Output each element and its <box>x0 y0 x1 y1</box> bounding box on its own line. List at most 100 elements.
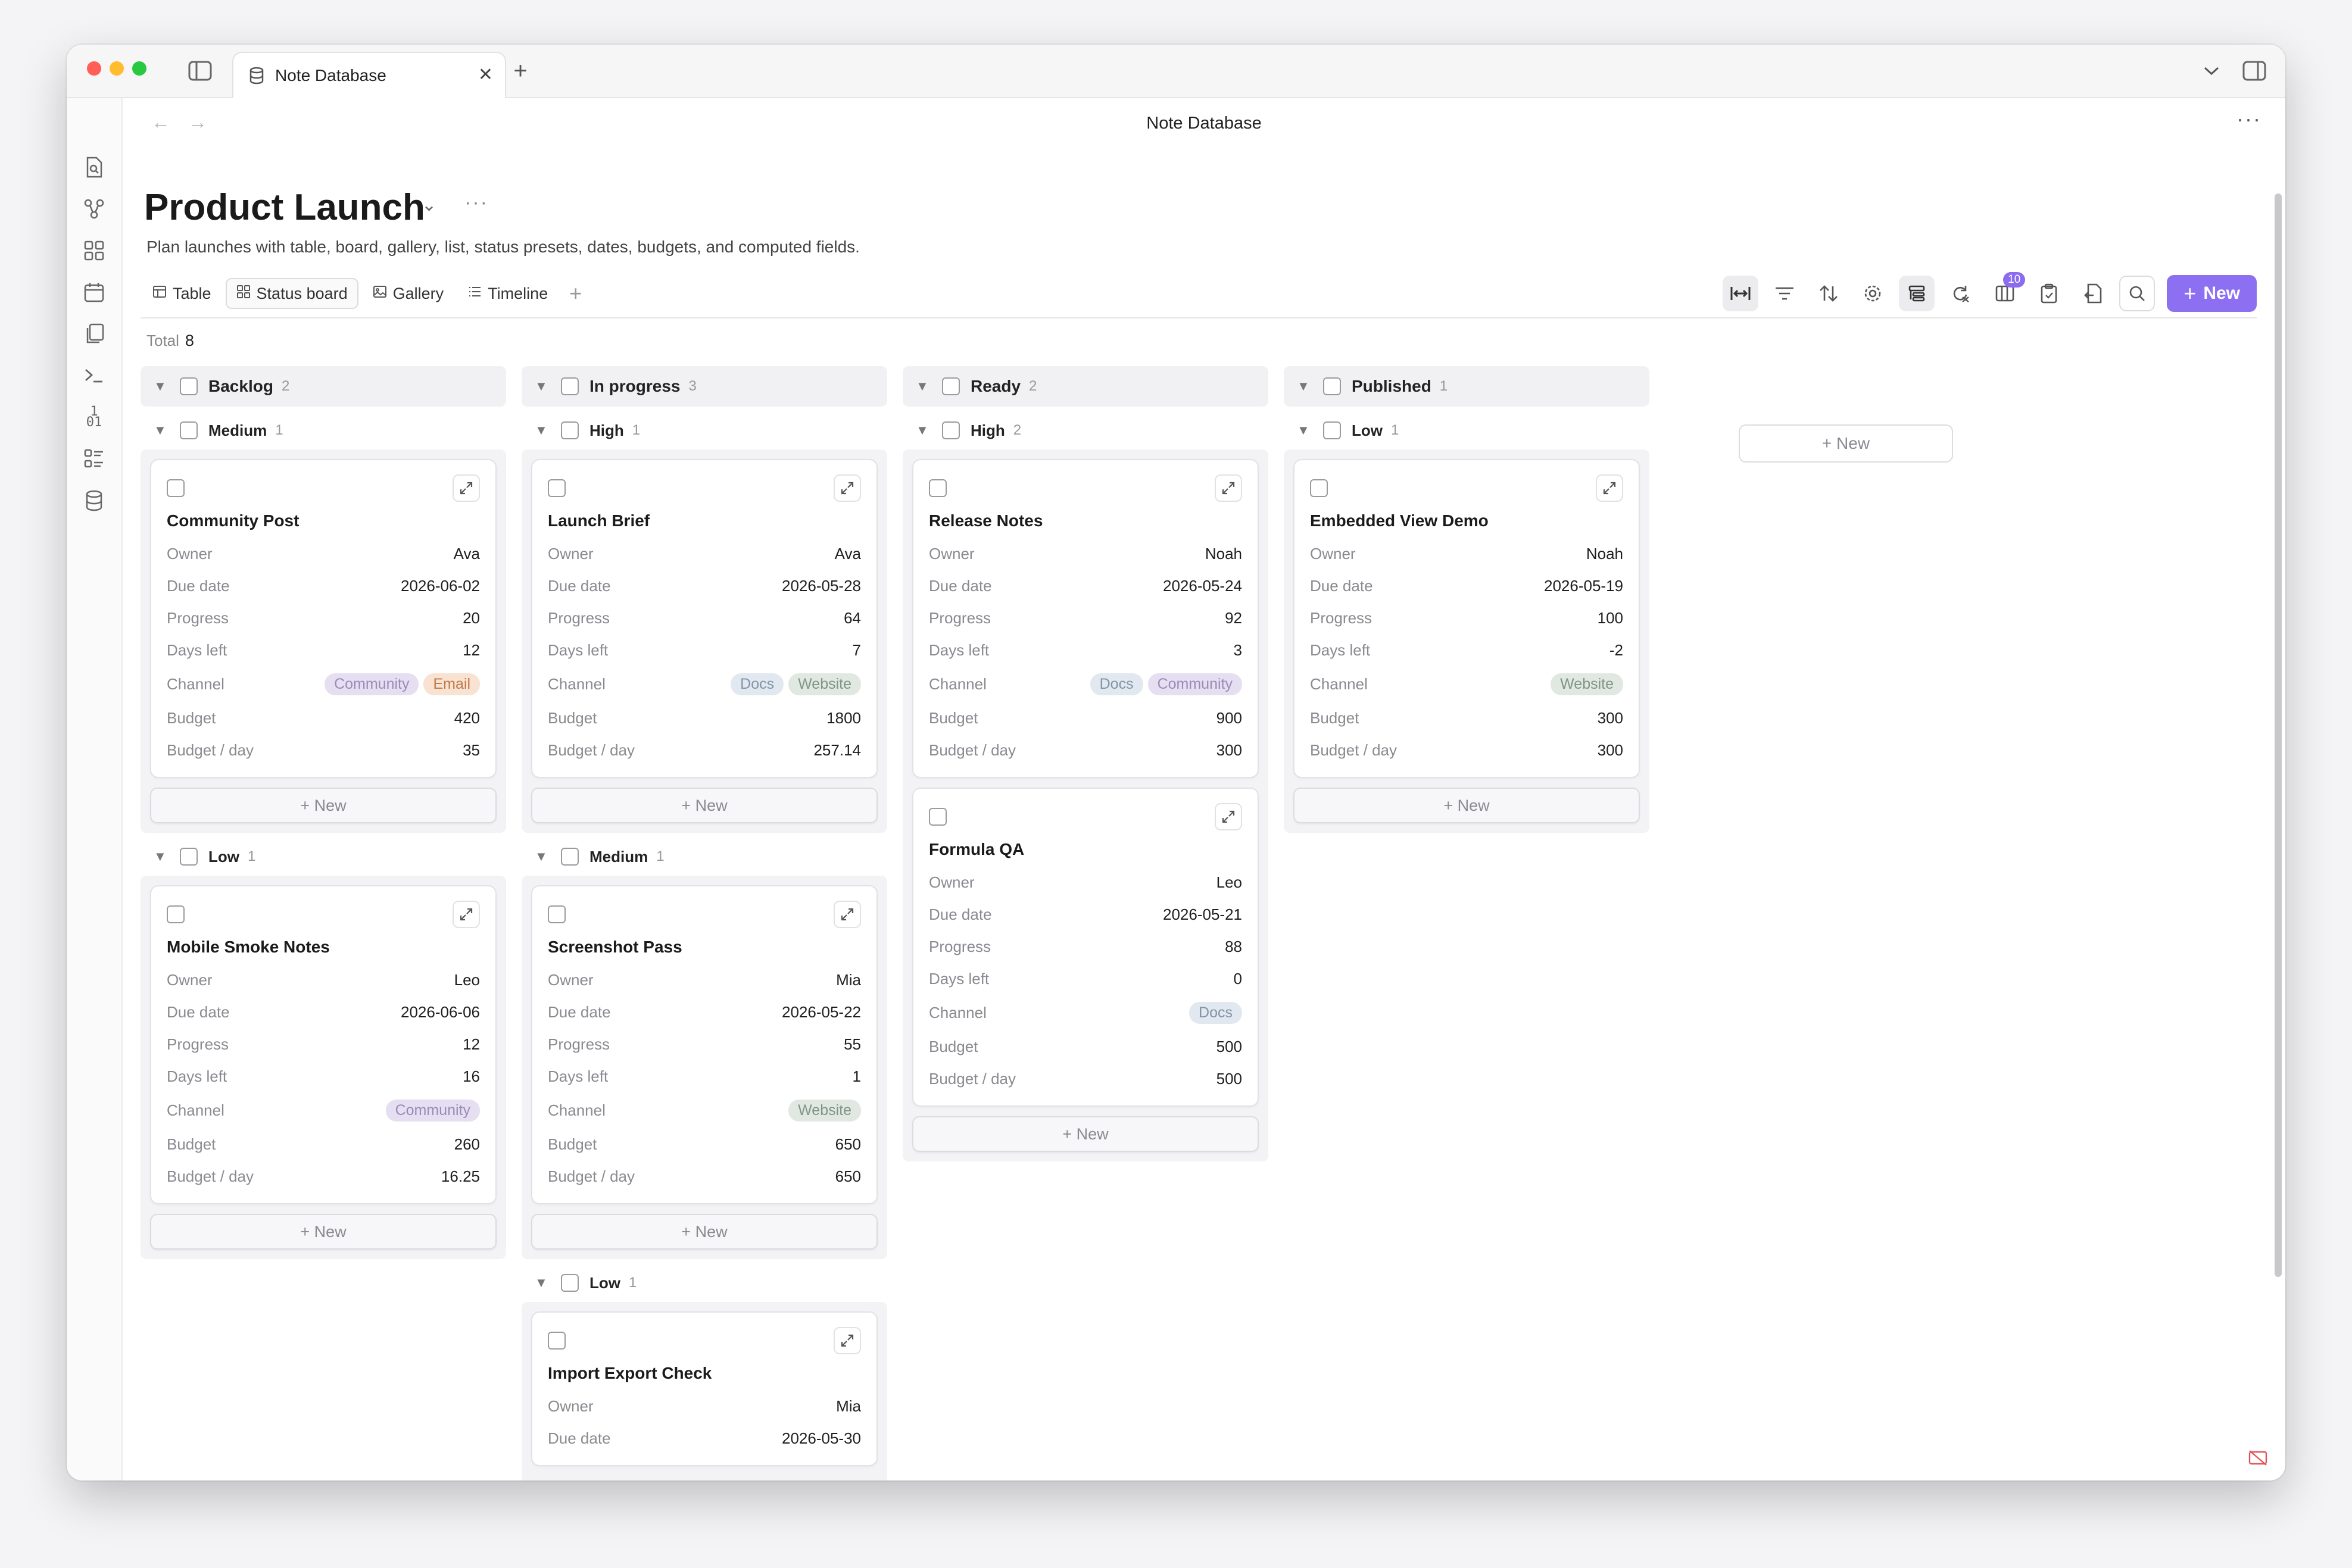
group-header[interactable]: ▼ Low 1 <box>141 838 506 876</box>
record-card[interactable]: Mobile Smoke Notes Owner Leo Due date 2026-0… <box>150 885 497 1204</box>
column-select-checkbox[interactable] <box>561 377 579 395</box>
record-card[interactable]: Embedded View Demo Owner Noah Due date 2026-… <box>1293 459 1640 778</box>
group-header[interactable]: ▼ High 2 <box>903 411 1268 449</box>
record-card[interactable]: Import Export Check Owner Mia Due date 2026-… <box>531 1311 878 1466</box>
minimize-window-button[interactable] <box>110 61 124 76</box>
tab-timeline[interactable]: Timeline <box>458 278 557 309</box>
add-card-button[interactable]: + New <box>1293 788 1640 823</box>
collapse-triangle-icon[interactable]: ▼ <box>535 423 550 438</box>
tab-table[interactable]: Table <box>143 278 221 309</box>
column-select-checkbox[interactable] <box>1323 377 1341 395</box>
expand-icon[interactable] <box>1215 474 1242 502</box>
group-header[interactable]: ▼ High 1 <box>522 411 887 449</box>
group-header[interactable]: ▼ Low 1 <box>522 1264 887 1302</box>
collapse-triangle-icon[interactable]: ▼ <box>154 423 169 438</box>
open-quick-switcher-icon[interactable] <box>81 154 107 180</box>
card-title[interactable]: Embedded View Demo <box>1310 511 1623 530</box>
sort-icon[interactable] <box>1811 276 1846 311</box>
tab-status-board[interactable]: Status board <box>225 278 358 309</box>
database-title[interactable]: Product Launch <box>144 186 425 229</box>
graph-view-icon[interactable] <box>81 196 107 222</box>
sync-off-icon[interactable] <box>2241 1441 2275 1475</box>
add-card-button[interactable]: + New <box>150 788 497 823</box>
group-select-checkbox[interactable] <box>180 421 198 439</box>
close-window-button[interactable] <box>87 61 101 76</box>
group-select-checkbox[interactable] <box>942 421 960 439</box>
terminal-icon[interactable] <box>81 363 107 389</box>
search-icon[interactable] <box>2119 276 2156 311</box>
record-card[interactable]: Formula QA Owner Leo Due date 2026-05-21 Prog… <box>912 788 1259 1107</box>
collapse-triangle-icon[interactable]: ▼ <box>1297 423 1312 438</box>
card-select-checkbox[interactable] <box>1310 479 1328 497</box>
add-group-button[interactable]: + New <box>1739 424 1953 463</box>
card-select-checkbox[interactable] <box>548 479 566 497</box>
group-header[interactable]: ▼ Medium 1 <box>522 838 887 876</box>
expand-icon[interactable] <box>1215 803 1242 830</box>
close-tab-icon[interactable]: ✕ <box>478 66 493 84</box>
properties-columns-icon[interactable]: 10 <box>1987 272 2026 311</box>
card-title[interactable]: Mobile Smoke Notes <box>167 938 480 957</box>
copy-pages-icon[interactable] <box>81 321 107 347</box>
add-card-button[interactable]: + New <box>912 1116 1259 1152</box>
group-select-checkbox[interactable] <box>561 1274 579 1292</box>
database-more-icon[interactable]: ··· <box>464 191 488 214</box>
group-select-checkbox[interactable] <box>561 421 579 439</box>
expand-icon[interactable] <box>834 474 861 502</box>
card-select-checkbox[interactable] <box>929 808 947 826</box>
add-card-button[interactable]: + New <box>531 1214 878 1250</box>
right-sidebar-toggle-icon[interactable] <box>2241 59 2267 83</box>
expand-icon[interactable] <box>834 901 861 928</box>
group-by-icon[interactable] <box>1899 276 1935 311</box>
group-select-checkbox[interactable] <box>180 848 198 866</box>
calendar-icon[interactable] <box>81 279 107 305</box>
add-card-button[interactable]: + New <box>531 788 878 823</box>
fit-width-icon[interactable] <box>1723 276 1759 311</box>
record-card[interactable]: Community Post Owner Ava Due date 2026-06-02… <box>150 459 497 778</box>
chevron-down-icon[interactable] <box>2201 60 2222 82</box>
card-select-checkbox[interactable] <box>548 1332 566 1350</box>
add-card-button[interactable]: + New <box>150 1214 497 1250</box>
canvas-grid-icon[interactable] <box>81 238 107 264</box>
formula-refresh-icon[interactable] <box>1943 276 1979 311</box>
settings-gear-icon[interactable] <box>1855 276 1891 311</box>
more-options-icon[interactable]: ··· <box>2236 107 2261 132</box>
column-header[interactable]: ▼ Backlog 2 <box>141 366 506 407</box>
group-select-checkbox[interactable] <box>1323 421 1341 439</box>
group-select-checkbox[interactable] <box>561 848 579 866</box>
vertical-scrollbar[interactable] <box>2275 193 2282 1277</box>
card-title[interactable]: Launch Brief <box>548 511 861 530</box>
new-tab-icon[interactable]: + <box>507 58 534 84</box>
expand-icon[interactable] <box>453 901 480 928</box>
record-card[interactable]: Release Notes Owner Noah Due date 2026-05-24… <box>912 459 1259 778</box>
filter-icon[interactable] <box>1767 276 1802 311</box>
collapse-triangle-icon[interactable]: ▼ <box>535 1275 550 1291</box>
card-select-checkbox[interactable] <box>929 479 947 497</box>
zoom-window-button[interactable] <box>132 61 146 76</box>
column-header[interactable]: ▼ Published 1 <box>1284 366 1649 407</box>
card-title[interactable]: Release Notes <box>929 511 1242 530</box>
collapse-triangle-icon[interactable]: ▼ <box>535 379 550 394</box>
collapse-triangle-icon[interactable]: ▼ <box>535 849 550 864</box>
number-sort-icon[interactable]: 1 01 <box>81 404 107 430</box>
group-header[interactable]: ▼ Low 1 <box>1284 411 1649 449</box>
card-title[interactable]: Import Export Check <box>548 1364 861 1383</box>
collapse-triangle-icon[interactable]: ▼ <box>154 379 169 394</box>
card-title[interactable]: Community Post <box>167 511 480 530</box>
database-icon[interactable] <box>81 488 107 514</box>
clipboard-icon[interactable] <box>2031 276 2067 311</box>
record-card[interactable]: Screenshot Pass Owner Mia Due date 2026-05-2… <box>531 885 878 1204</box>
card-select-checkbox[interactable] <box>167 479 185 497</box>
collapse-triangle-icon[interactable]: ▼ <box>154 849 169 864</box>
group-header[interactable]: ▼ Medium 1 <box>141 411 506 449</box>
tab-gallery[interactable]: Gallery <box>363 278 454 309</box>
column-header[interactable]: ▼ In progress 3 <box>522 366 887 407</box>
add-view-icon[interactable]: + <box>562 281 589 306</box>
column-select-checkbox[interactable] <box>180 377 198 395</box>
collapse-triangle-icon[interactable]: ▼ <box>1297 379 1312 394</box>
record-card[interactable]: Launch Brief Owner Ava Due date 2026-05-28 Pr… <box>531 459 878 778</box>
expand-icon[interactable] <box>453 474 480 502</box>
collapse-triangle-icon[interactable]: ▼ <box>916 379 931 394</box>
new-record-button[interactable]: + New <box>2167 275 2257 312</box>
list-layout-icon[interactable] <box>81 446 107 472</box>
sidebar-toggle-icon[interactable] <box>187 59 213 83</box>
